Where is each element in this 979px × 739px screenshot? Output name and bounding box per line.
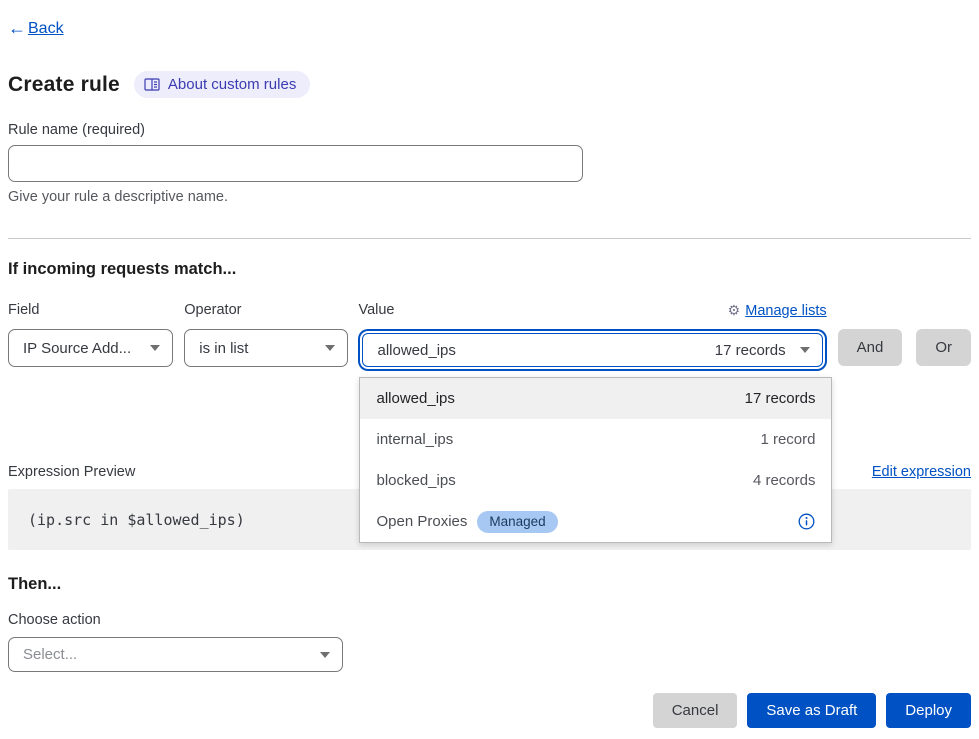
list-option-blocked-ips[interactable]: blocked_ips 4 records [360,460,831,501]
operator-column: Operator is in list [184,302,348,367]
managed-badge: Managed [477,511,557,533]
info-icon[interactable] [798,513,815,530]
list-option-open-proxies[interactable]: Open Proxies Managed [360,501,831,542]
field-column: Field IP Source Add... [8,302,173,367]
manage-lists-label: Manage lists [745,303,826,319]
value-selected-meta: 17 records [715,342,786,359]
match-section-heading: If incoming requests match... [8,260,971,279]
chevron-down-icon [150,345,160,351]
title-row: Create rule About custom rules [8,71,971,98]
operator-selected-value: is in list [199,340,248,357]
back-link[interactable]: ←Back [8,18,64,39]
section-divider [8,238,971,239]
list-option-records: 1 record [760,431,815,448]
cancel-button[interactable]: Cancel [653,693,738,728]
page-title: Create rule [8,73,120,97]
edit-expression-link[interactable]: Edit expression [872,464,971,480]
action-select[interactable]: Select... [8,637,343,672]
about-custom-rules-link[interactable]: About custom rules [134,71,310,98]
chevron-down-icon [800,347,810,353]
save-as-draft-button[interactable]: Save as Draft [747,693,876,728]
expression-code: (ip.src in $allowed_ips) [28,511,245,529]
manage-lists-link[interactable]: ⚙ Manage lists [728,302,827,319]
choose-action-label: Choose action [8,612,971,628]
expression-preview-label: Expression Preview [8,464,135,480]
operator-select[interactable]: is in list [184,329,348,367]
then-section-heading: Then... [8,575,971,594]
list-option-records: 17 records [745,390,816,407]
list-option-allowed-ips[interactable]: allowed_ips 17 records [360,378,831,419]
rule-name-input[interactable] [8,145,583,182]
list-option-name: allowed_ips [376,390,454,407]
book-icon [144,78,160,92]
operator-label: Operator [184,302,348,319]
logic-buttons: And Or [838,329,971,366]
create-rule-page: ←Back Create rule About custom rules Rul… [0,0,979,728]
list-dropdown-panel: allowed_ips 17 records internal_ips 1 re… [359,377,832,543]
chevron-down-icon [320,652,330,658]
value-select[interactable]: allowed_ips 17 records [362,333,822,367]
action-placeholder: Select... [23,646,77,663]
gear-icon: ⚙ [728,302,741,319]
about-custom-rules-label: About custom rules [168,76,296,93]
list-option-name: blocked_ips [376,472,455,489]
value-header: Value ⚙ Manage lists [358,302,826,319]
value-label: Value [358,302,394,319]
field-selected-value: IP Source Add... [23,340,131,357]
list-option-name: internal_ips [376,431,453,448]
list-option-records: 4 records [753,472,816,489]
list-option-name: Open Proxies [376,513,467,530]
chevron-down-icon [325,345,335,351]
condition-row: Field IP Source Add... Operator is in li… [8,302,971,367]
back-arrow-icon: ← [8,18,26,39]
field-label: Field [8,302,173,319]
or-button[interactable]: Or [916,329,971,366]
footer-actions: Cancel Save as Draft Deploy [8,693,971,728]
rule-name-helper: Give your rule a descriptive name. [8,189,971,205]
value-column: Value ⚙ Manage lists allowed_ips 17 reco… [358,302,826,367]
rule-name-label: Rule name (required) [8,122,971,138]
deploy-button[interactable]: Deploy [886,693,971,728]
value-selected-name: allowed_ips [377,342,714,359]
list-option-internal-ips[interactable]: internal_ips 1 record [360,419,831,460]
field-select[interactable]: IP Source Add... [8,329,173,367]
and-button[interactable]: And [838,329,903,366]
